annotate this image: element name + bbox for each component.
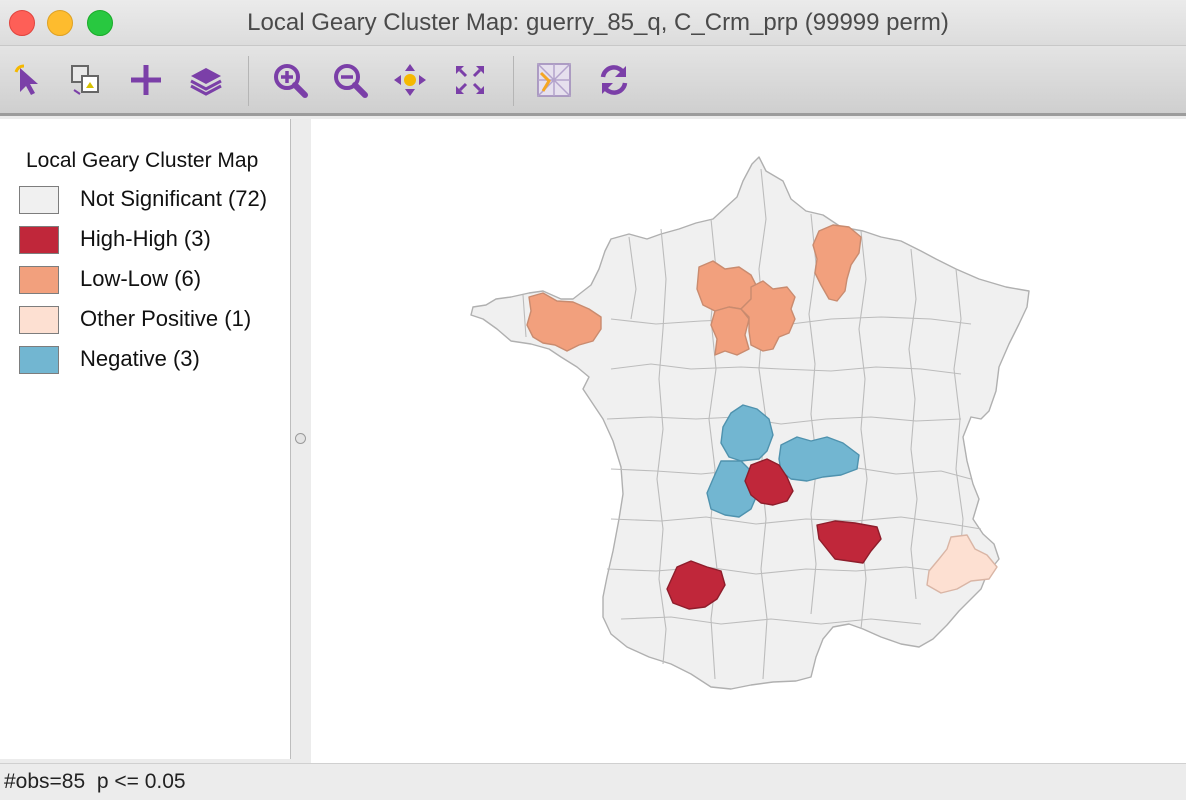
legend-title: Local Geary Cluster Map: [26, 149, 259, 172]
legend-item-negative[interactable]: Negative (3): [18, 345, 288, 375]
toolbar: [0, 46, 1186, 116]
legend-swatch: [19, 306, 59, 334]
legend-item-high-high[interactable]: High-High (3): [18, 225, 288, 255]
layers-icon[interactable]: [186, 60, 226, 100]
legend-label: Not Significant (72): [80, 186, 268, 211]
refresh-icon[interactable]: [594, 60, 634, 100]
legend-swatch: [19, 226, 59, 254]
region-low-low[interactable]: [710, 306, 750, 356]
legend-label: Other Positive (1): [80, 306, 252, 331]
legend-label: High-High (3): [80, 226, 211, 251]
zoom-in-icon[interactable]: [270, 60, 310, 100]
toolbar-separator: [248, 56, 249, 106]
france-cluster-map[interactable]: [311, 119, 1186, 763]
pan-icon[interactable]: [390, 60, 430, 100]
copy-image-icon[interactable]: [66, 60, 106, 100]
legend-swatch: [19, 266, 59, 294]
status-bar: #obs=85 p <= 0.05: [0, 763, 1186, 800]
map-canvas[interactable]: [311, 119, 1186, 763]
legend-swatch: [19, 186, 59, 214]
fit-extent-icon[interactable]: [450, 60, 490, 100]
zoom-out-icon[interactable]: [330, 60, 370, 100]
legend-swatch: [19, 346, 59, 374]
legend-item-not-significant[interactable]: Not Significant (72): [18, 185, 288, 215]
pane-splitter[interactable]: [291, 119, 311, 759]
splitter-handle[interactable]: [295, 433, 306, 444]
legend-label: Low-Low (6): [80, 266, 202, 291]
legend-pane: Local Geary Cluster Map Not Significant …: [0, 119, 291, 759]
toolbar-separator: [513, 56, 514, 106]
app-window: Local Geary Cluster Map: guerry_85_q, C_…: [0, 0, 1186, 800]
select-arrow-icon[interactable]: [8, 60, 48, 100]
status-text: #obs=85 p <= 0.05: [4, 770, 186, 793]
legend-label: Negative (3): [80, 346, 200, 371]
add-plus-icon[interactable]: [126, 60, 166, 100]
legend-item-low-low[interactable]: Low-Low (6): [18, 265, 288, 295]
legend-item-other-positive[interactable]: Other Positive (1): [18, 305, 288, 335]
title-bar: Local Geary Cluster Map: guerry_85_q, C_…: [0, 0, 1186, 46]
window-title: Local Geary Cluster Map: guerry_85_q, C_…: [247, 9, 949, 36]
basemap-icon[interactable]: [534, 60, 574, 100]
